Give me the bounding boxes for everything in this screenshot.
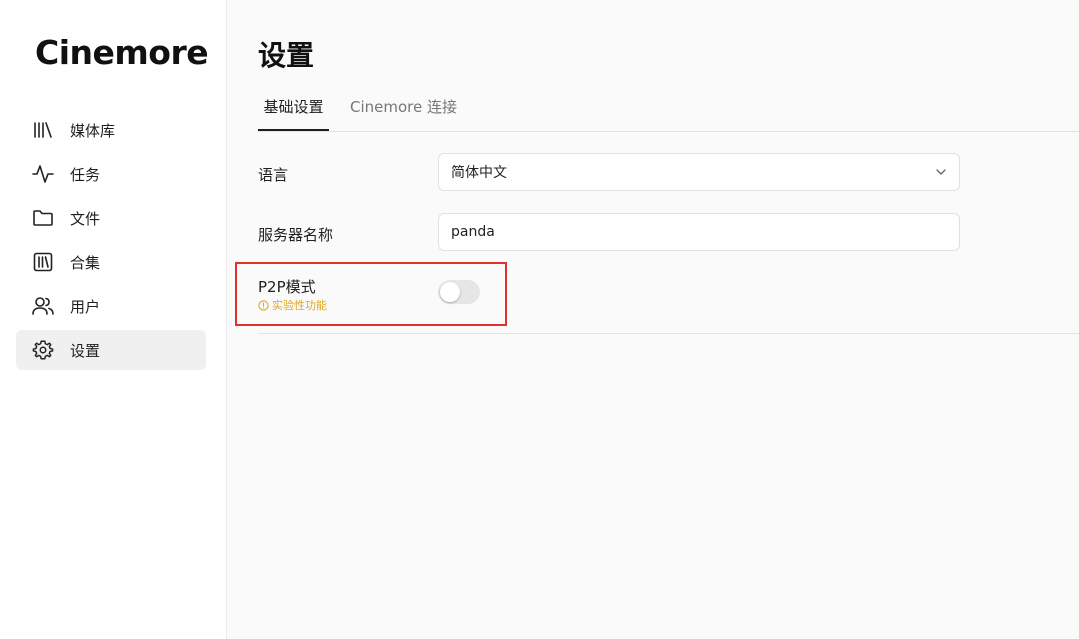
users-icon bbox=[32, 295, 54, 317]
sidebar-item-users[interactable]: 用户 bbox=[16, 286, 206, 326]
experimental-note: 实验性功能 bbox=[258, 297, 327, 313]
sidebar-item-label: 媒体库 bbox=[70, 121, 116, 140]
tab-cinemore-connection[interactable]: Cinemore 连接 bbox=[350, 84, 457, 131]
collection-icon bbox=[32, 251, 54, 273]
sidebar-item-files[interactable]: 文件 bbox=[16, 198, 206, 238]
experimental-note-text: 实验性功能 bbox=[272, 299, 327, 312]
library-icon bbox=[32, 119, 54, 141]
sidebar-item-label: 用户 bbox=[70, 297, 101, 316]
p2p-mode-label: P2P模式 bbox=[258, 278, 316, 296]
server-name-input[interactable]: panda bbox=[438, 213, 960, 251]
warning-circle-icon bbox=[258, 299, 269, 311]
main-content: 设置 基础设置 Cinemore 连接 语言 简体中文 服务器名称 panda … bbox=[227, 0, 1079, 639]
sidebar-item-settings[interactable]: 设置 bbox=[16, 330, 206, 370]
sidebar-item-label: 设置 bbox=[70, 341, 101, 360]
toggle-knob bbox=[440, 282, 460, 302]
sidebar-item-label: 合集 bbox=[70, 253, 101, 272]
server-name-label: 服务器名称 bbox=[258, 226, 334, 244]
sidebar-item-label: 任务 bbox=[70, 165, 101, 184]
sidebar-item-tasks[interactable]: 任务 bbox=[16, 154, 206, 194]
sidebar: Cinemore 媒体库 任务 文件 合集 用户 设置 bbox=[0, 0, 227, 639]
app-logo-text: Cinemore bbox=[35, 33, 209, 72]
language-label: 语言 bbox=[258, 166, 289, 184]
language-select[interactable]: 简体中文 bbox=[438, 153, 960, 191]
language-select-value: 简体中文 bbox=[451, 165, 507, 181]
section-divider bbox=[258, 333, 1079, 334]
p2p-mode-toggle[interactable] bbox=[438, 280, 480, 304]
folder-icon bbox=[32, 207, 54, 229]
sidebar-item-collections[interactable]: 合集 bbox=[16, 242, 206, 282]
chevron-down-icon bbox=[935, 166, 947, 182]
settings-tabs: 基础设置 Cinemore 连接 bbox=[258, 84, 1079, 132]
sidebar-item-library[interactable]: 媒体库 bbox=[16, 110, 206, 150]
settings-gear-icon bbox=[32, 339, 54, 361]
sidebar-item-label: 文件 bbox=[70, 209, 101, 228]
sidebar-nav: 媒体库 任务 文件 合集 用户 设置 bbox=[16, 110, 206, 374]
activity-icon bbox=[32, 163, 54, 185]
page-title: 设置 bbox=[258, 39, 315, 72]
server-name-value: panda bbox=[451, 224, 495, 240]
tab-basic-settings[interactable]: 基础设置 bbox=[258, 84, 329, 131]
